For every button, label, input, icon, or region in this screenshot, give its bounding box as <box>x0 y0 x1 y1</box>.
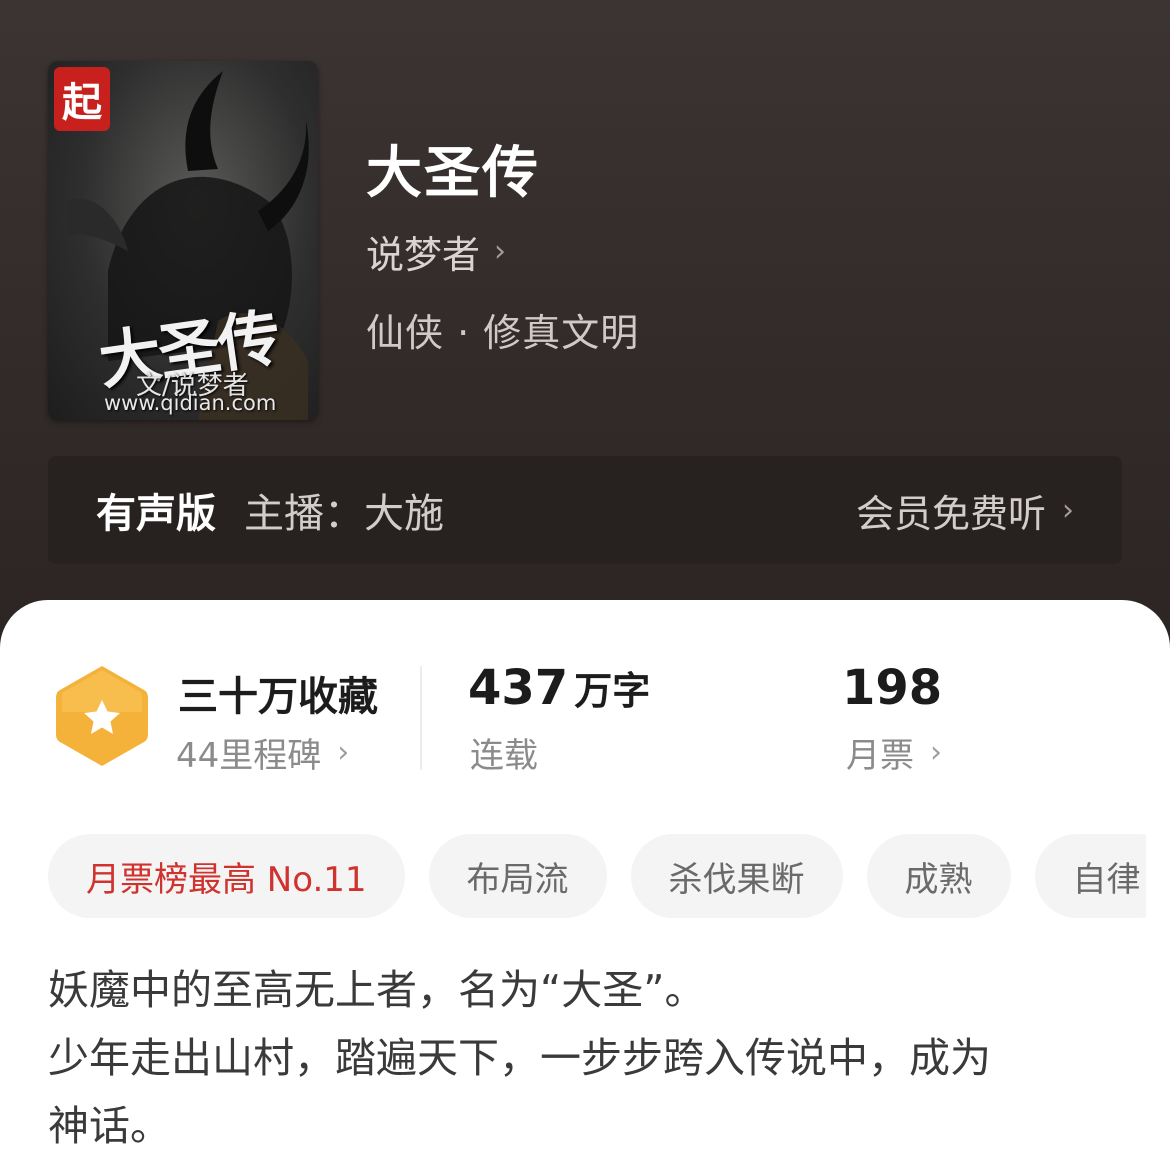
word-count-number: 437 <box>468 660 569 716</box>
word-count-unit: 万字 <box>574 669 651 713</box>
monthly-tickets-number: 198 <box>842 660 943 716</box>
tag-item[interactable]: 成熟 <box>866 834 1011 918</box>
audio-version-bar[interactable]: 有声版 主播：大施 会员免费听 › <box>48 456 1122 564</box>
cover-site: www.qidian.com <box>104 391 277 415</box>
milestone-link[interactable]: 44里程碑 › <box>176 728 349 777</box>
chevron-right-icon: › <box>494 234 507 269</box>
milestone-label: 44里程碑 <box>176 736 322 776</box>
tag-ranking[interactable]: 月票榜最高 No.11 <box>48 834 405 918</box>
description-line: 妖魔中的至高无上者，名为“大圣”。 <box>48 966 706 1014</box>
audio-host: 主播：大施 <box>244 491 444 537</box>
qidian-logo: 起 <box>54 67 110 131</box>
tag-item[interactable]: 杀伐果断 <box>630 834 843 918</box>
member-listen-label: 会员免费听 <box>855 491 1046 536</box>
word-count: 437 万字 <box>468 660 650 716</box>
tag-item[interactable]: 自律 <box>1034 834 1146 918</box>
book-genre: 仙侠 · 修真文明 <box>366 311 640 355</box>
stats-divider <box>420 666 422 770</box>
serial-status-label: 连载 <box>470 736 538 776</box>
tag-item[interactable]: 布局流 <box>428 834 607 918</box>
author-name: 说梦者 <box>366 233 481 277</box>
author-link[interactable]: 说梦者 › <box>366 224 506 279</box>
monthly-tickets-link[interactable]: 月票 › <box>846 728 942 777</box>
book-description[interactable]: 妖魔中的至高无上者，名为“大圣”。 少年走出山村，踏遍天下，一步步跨入传说中，成… <box>48 956 1128 1160</box>
book-cover[interactable]: 起 大圣传 文/说梦者 www.qidian.com <box>48 61 318 420</box>
member-listen-button[interactable]: 会员免费听 › <box>856 483 1074 538</box>
book-header: 起 大圣传 文/说梦者 www.qidian.com 大圣传 说梦者 › 仙侠 … <box>0 0 1170 640</box>
serial-status: 连载 <box>470 728 538 777</box>
book-detail-card: 三十万收藏 44里程碑 › 437 万字 连载 198 月票 › 月票榜最高 N… <box>0 600 1170 1160</box>
chevron-right-icon: › <box>930 735 942 770</box>
audio-label: 有声版 <box>96 491 216 537</box>
chevron-right-icon: › <box>1062 492 1074 528</box>
stats-row: 三十万收藏 44里程碑 › 437 万字 连载 198 月票 › <box>0 600 1170 800</box>
book-title: 大圣传 <box>366 141 540 206</box>
monthly-tickets-label: 月票 <box>846 736 914 776</box>
tag-list: 月票榜最高 No.11 布局流 杀伐果断 成熟 自律 <box>48 834 1146 920</box>
star-hexagon-icon <box>56 666 148 766</box>
description-line: 少年走出山村，踏遍天下，一步步跨入传说中，成为 <box>48 1034 991 1082</box>
collection-count: 三十万收藏 <box>178 674 378 720</box>
description-line: 神话。 <box>48 1102 171 1150</box>
monthly-tickets: 198 <box>842 660 942 716</box>
chevron-right-icon: › <box>337 735 350 770</box>
